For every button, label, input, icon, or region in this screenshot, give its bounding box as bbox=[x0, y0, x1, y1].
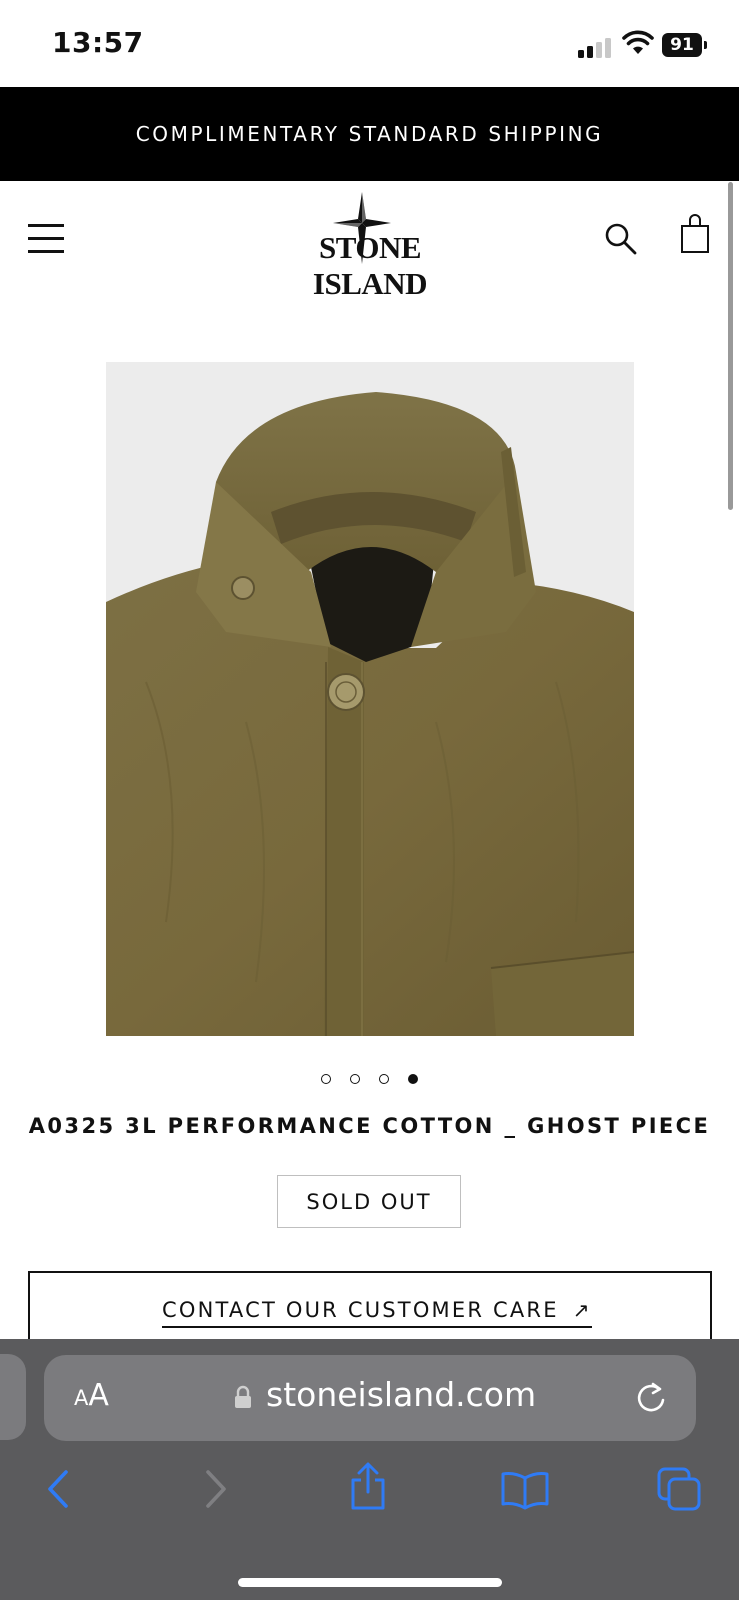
carousel-dot[interactable] bbox=[350, 1074, 360, 1084]
shipping-promo-banner: COMPLIMENTARY STANDARD SHIPPING bbox=[0, 87, 739, 181]
product-title: A0325 3L PERFORMANCE COTTON _ GHOST PIEC… bbox=[28, 1114, 711, 1138]
contact-label: CONTACT OUR CUSTOMER CARE bbox=[162, 1298, 559, 1322]
lock-icon bbox=[235, 1385, 251, 1408]
arrow-up-right-icon: ↗ bbox=[572, 1298, 592, 1322]
battery-indicator: 91 bbox=[662, 33, 702, 57]
hamburger-menu-icon[interactable] bbox=[28, 224, 64, 254]
product-image[interactable] bbox=[106, 362, 634, 1036]
page-scrollbar[interactable] bbox=[728, 182, 733, 510]
home-indicator[interactable] bbox=[238, 1578, 502, 1587]
back-icon[interactable] bbox=[44, 1468, 74, 1510]
reload-icon[interactable] bbox=[634, 1380, 668, 1416]
cellular-signal-icon bbox=[578, 36, 614, 58]
contact-customer-care-link[interactable]: CONTACT OUR CUSTOMER CARE ↗ bbox=[162, 1298, 592, 1328]
share-icon[interactable] bbox=[348, 1462, 388, 1512]
shopping-bag-icon[interactable] bbox=[680, 214, 710, 254]
wifi-icon bbox=[622, 30, 654, 54]
search-icon[interactable] bbox=[604, 222, 638, 256]
sold-out-button[interactable]: SOLD OUT bbox=[277, 1175, 461, 1228]
jacket-photo bbox=[106, 362, 634, 1036]
logo-wordmark: STONE ISLAND bbox=[312, 230, 428, 301]
bookmarks-icon[interactable] bbox=[500, 1470, 550, 1510]
battery-tip bbox=[704, 41, 707, 49]
carousel-dot[interactable] bbox=[321, 1074, 331, 1084]
text-size-button[interactable]: AA bbox=[74, 1378, 109, 1413]
image-carousel-dots bbox=[0, 1074, 739, 1088]
status-bar: 13:57 91 bbox=[0, 0, 739, 88]
carousel-dot-active[interactable] bbox=[408, 1074, 418, 1084]
tabs-icon[interactable] bbox=[656, 1466, 702, 1512]
forward-icon[interactable] bbox=[200, 1468, 230, 1510]
stone-island-logo[interactable]: STONE ISLAND bbox=[260, 192, 480, 301]
url-text[interactable]: stoneisland.com bbox=[266, 1375, 536, 1414]
status-time: 13:57 bbox=[52, 26, 144, 59]
carousel-dot[interactable] bbox=[379, 1074, 389, 1084]
previous-tab-preview[interactable] bbox=[0, 1354, 26, 1440]
